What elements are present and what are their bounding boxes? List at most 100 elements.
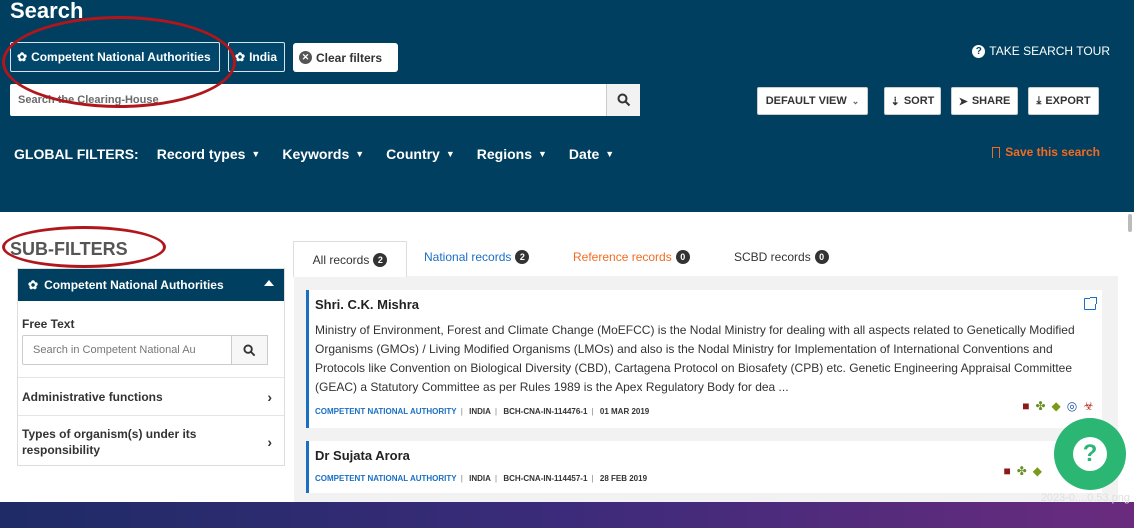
cna-search-input[interactable] xyxy=(22,335,232,365)
global-filter-label: Keywords xyxy=(282,146,350,162)
default-view-dropdown[interactable]: DEFAULT VIEW ⌄ xyxy=(757,87,868,115)
screenshot-filename: 2023-0....0.53.png xyxy=(1040,492,1130,504)
filter-chip-competent-national-authorities[interactable]: ✿ Competent National Authorities xyxy=(10,42,220,72)
global-filter-regions[interactable]: Regions ▼ xyxy=(477,146,547,162)
sub-filters-panel-header[interactable]: ✿ Competent National Authorities xyxy=(18,269,284,301)
caret-down-icon: ▼ xyxy=(355,149,365,159)
sort-icon: ⇣ xyxy=(890,95,900,108)
default-view-label: DEFAULT VIEW xyxy=(765,95,847,107)
gear-icon: ✿ xyxy=(28,278,39,292)
clear-filters-label: Clear filters xyxy=(316,50,383,65)
chevron-right-icon: › xyxy=(267,388,272,405)
record-date: 28 FEB 2019 xyxy=(599,474,648,483)
global-filter-record-types[interactable]: Record types ▼ xyxy=(157,146,261,162)
question-icon: ? xyxy=(972,44,986,58)
global-filters-label: GLOBAL FILTERS: xyxy=(14,146,139,162)
filter-chip-label: Competent National Authorities xyxy=(31,50,211,64)
plant-icon: ✤ xyxy=(1016,464,1027,478)
export-label: EXPORT xyxy=(1045,95,1091,107)
take-search-tour-link[interactable]: ? TAKE SEARCH TOUR xyxy=(972,44,1110,58)
sub-filters-panel-title: Competent National Authorities xyxy=(44,278,224,292)
share-button[interactable]: ➤ SHARE xyxy=(951,87,1018,115)
filter-chip-label: India xyxy=(249,50,278,64)
search-icon xyxy=(617,93,630,107)
record-meta: COMPETENT NATIONAL AUTHORITY | INDIA | BCH… xyxy=(315,407,650,416)
scrollbar-thumb[interactable] xyxy=(1128,214,1132,232)
desktop-background xyxy=(0,502,1134,528)
export-button[interactable]: ⤓ EXPORT xyxy=(1028,87,1099,115)
global-filter-keywords[interactable]: Keywords ▼ xyxy=(282,146,364,162)
biohazard-icon: ☣ xyxy=(1083,399,1094,413)
record-meta: COMPETENT NATIONAL AUTHORITY | INDIA | BCH… xyxy=(315,474,648,483)
animal-icon: ■ xyxy=(1022,399,1030,413)
record-id: BCH-CNA-IN-114457-1 xyxy=(503,474,588,483)
global-filter-country[interactable]: Country ▼ xyxy=(386,146,455,162)
help-chat-button[interactable]: ? xyxy=(1054,418,1126,490)
question-icon: ? xyxy=(1073,437,1107,471)
page-title: Search xyxy=(10,0,84,23)
chevron-right-icon: › xyxy=(267,433,272,450)
record-description: Ministry of Environment, Forest and Clim… xyxy=(315,323,1075,394)
global-filter-label: Country xyxy=(386,146,440,162)
microorganism-icon: ◎ xyxy=(1066,399,1078,413)
cna-search-button[interactable] xyxy=(232,335,268,365)
search-icon xyxy=(243,343,256,356)
record-country: INDIA xyxy=(469,407,491,416)
record-name[interactable]: Dr Sujata Arora xyxy=(315,448,410,463)
global-filters-bar: GLOBAL FILTERS: Record types ▼ Keywords ▼ … xyxy=(14,146,636,162)
count-badge: 0 xyxy=(814,250,829,264)
fish-icon: ◆ xyxy=(1032,464,1042,478)
clear-filters-button[interactable]: ✕ Clear filters xyxy=(293,43,398,72)
tab-label: Reference records xyxy=(573,250,672,264)
global-filter-label: Date xyxy=(568,146,600,162)
sub-filters-title: SUB-FILTERS xyxy=(10,239,128,259)
sub-filter-administrative-functions[interactable]: Administrative functions › xyxy=(18,377,284,415)
record-country: INDIA xyxy=(469,474,491,483)
search-input[interactable] xyxy=(10,84,606,116)
caret-down-icon: ▼ xyxy=(445,149,455,159)
sub-filter-types-of-organisms[interactable]: Types of organism(s) under its responsib… xyxy=(18,415,284,467)
global-filter-label: Regions xyxy=(476,146,532,162)
gear-icon: ✿ xyxy=(17,50,28,64)
tab-label: National records xyxy=(424,250,512,264)
count-badge: 0 xyxy=(675,250,690,264)
global-filter-date[interactable]: Date ▼ xyxy=(569,146,614,162)
close-circle-icon: ✕ xyxy=(299,51,312,64)
fish-icon: ◆ xyxy=(1051,399,1061,413)
take-tour-label: TAKE SEARCH TOUR xyxy=(989,44,1110,58)
search-header: Search ✿ Competent National Authorities … xyxy=(0,0,1134,212)
record-card[interactable]: Shri. C.K. Mishra Ministry of Environmen… xyxy=(306,290,1102,428)
save-search-link[interactable]: Save this search xyxy=(992,145,1100,159)
tab-reference-records[interactable]: Reference records 0 xyxy=(573,240,690,274)
sub-filter-label: Administrative functions xyxy=(22,389,163,404)
count-badge: 2 xyxy=(373,252,388,267)
record-name[interactable]: Shri. C.K. Mishra xyxy=(315,297,419,312)
chevron-down-icon: ⌄ xyxy=(851,95,860,106)
record-date: 01 MAR 2019 xyxy=(599,407,650,416)
caret-down-icon: ▼ xyxy=(605,149,615,159)
free-text-label: Free Text xyxy=(22,317,75,331)
external-link-icon[interactable] xyxy=(1084,297,1097,310)
download-icon: ⤓ xyxy=(1036,94,1042,107)
sort-button[interactable]: ⇣ SORT xyxy=(884,87,941,115)
tab-label: SCBD records xyxy=(734,250,811,264)
bookmark-icon xyxy=(992,146,1001,158)
search-button[interactable] xyxy=(606,84,640,116)
caret-down-icon: ▼ xyxy=(251,149,261,159)
record-card[interactable]: Dr Sujata Arora COMPETENT NATIONAL AUTHO… xyxy=(306,441,1102,493)
record-category-icons: ■ ✤ ◆ xyxy=(1003,464,1042,478)
caret-down-icon: ▼ xyxy=(538,149,547,159)
tab-label: All records xyxy=(312,252,370,267)
animal-icon: ■ xyxy=(1003,464,1011,478)
tab-national-records[interactable]: National records 2 xyxy=(424,240,530,274)
record-type: COMPETENT NATIONAL AUTHORITY xyxy=(315,474,457,483)
sub-filters-panel: ✿ Competent National Authorities Free Te… xyxy=(17,268,285,466)
tab-all-records[interactable]: All records 2 xyxy=(293,241,407,277)
plant-icon: ✤ xyxy=(1035,399,1046,413)
global-filter-label: Record types xyxy=(156,146,246,162)
count-badge: 2 xyxy=(515,250,530,264)
filter-chip-india[interactable]: ✿ India xyxy=(228,42,285,72)
tab-scbd-records[interactable]: SCBD records 0 xyxy=(734,240,829,274)
share-label: SHARE xyxy=(971,95,1011,107)
record-category-icons: ■ ✤ ◆ ◎ ☣ xyxy=(1022,399,1094,413)
